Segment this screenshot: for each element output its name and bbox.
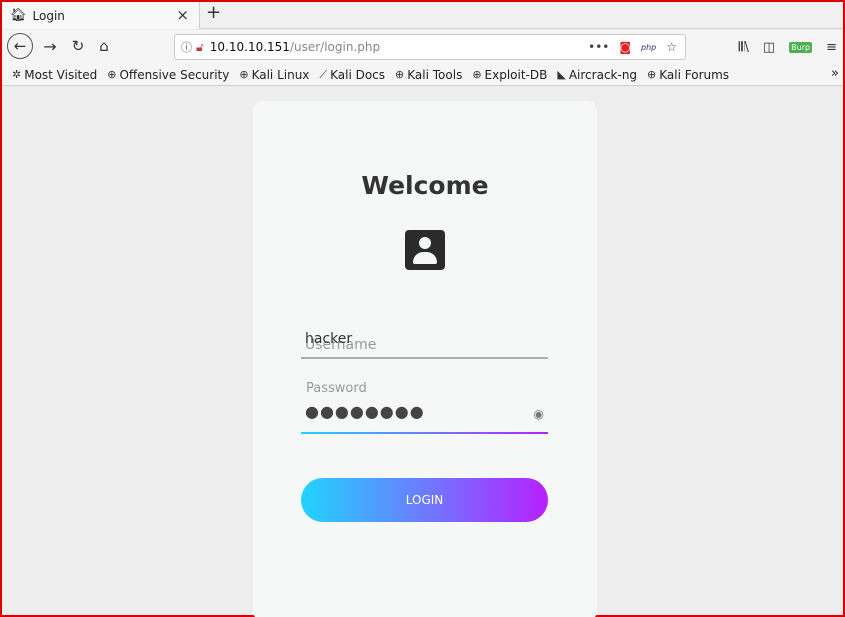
username-value: hacker: [305, 331, 353, 347]
pocket-icon[interactable]: ◙: [619, 40, 631, 54]
bookmark-label: Offensive Security: [119, 67, 230, 82]
hamburger-menu-icon[interactable]: ≡: [826, 40, 837, 55]
bookmark-label: Kali Docs: [330, 67, 386, 82]
password-focus-underline: [301, 432, 548, 434]
bookmark-star-icon[interactable]: ☆: [666, 40, 677, 54]
bookmark-label: Most Visited: [24, 67, 98, 82]
toolbar-tools: 𝄃𝄃\ ◫ Burp ≡: [739, 30, 843, 64]
navigation-bar: ← → ↻ ⌂ ⓘ 🔓︎ 10.10.10.151/user/login.php…: [2, 30, 843, 64]
globe-icon: ⊕: [647, 68, 657, 81]
new-tab-button[interactable]: +: [206, 2, 221, 23]
bookmark-kali-forums[interactable]: ⊕ Kali Forums: [647, 68, 729, 82]
url-bar[interactable]: ⓘ 🔓︎ 10.10.10.151/user/login.php ••• ◙ p…: [174, 34, 686, 60]
bookmark-offensive-security[interactable]: ⊕ Offensive Security: [107, 68, 229, 82]
bookmark-aircrack-ng[interactable]: ◣ Aircrack-ng: [557, 68, 637, 82]
aircrack-icon: ◣: [557, 68, 566, 81]
bookmark-kali-tools[interactable]: ⊕ Kali Tools: [395, 68, 462, 82]
bookmark-label: Kali Tools: [407, 67, 463, 82]
globe-icon: ⊕: [472, 68, 482, 81]
info-icon[interactable]: ⓘ: [181, 39, 192, 55]
bookmark-exploit-db[interactable]: ⊕ Exploit-DB: [472, 68, 547, 82]
page-actions-menu[interactable]: •••: [588, 40, 609, 54]
bookmark-label: Kali Linux: [251, 67, 310, 82]
password-label: Password: [306, 381, 367, 396]
library-icon[interactable]: 𝄃𝄃\: [739, 40, 749, 55]
bookmark-most-visited[interactable]: ✲ Most Visited: [12, 68, 97, 82]
insecure-lock-icon[interactable]: 🔓︎: [196, 40, 204, 55]
tab-close-button[interactable]: ×: [176, 6, 189, 24]
bookmark-label: Exploit-DB: [484, 67, 548, 82]
bookmark-label: Kali Forums: [659, 67, 730, 82]
forward-button[interactable]: →: [40, 33, 60, 59]
home-tab-icon: 🏠︎: [10, 8, 27, 23]
globe-icon: ⊕: [395, 68, 405, 81]
home-button[interactable]: ⌂: [94, 33, 114, 59]
globe-icon: ⊕: [239, 68, 249, 81]
page-title: Welcome: [361, 171, 489, 200]
url-path: /user/login.php: [289, 40, 381, 54]
bookmark-kali-docs[interactable]: ⟋ Kali Docs: [319, 68, 385, 82]
tab-title: Login: [32, 8, 65, 23]
page-content: Welcome Username hacker Password ●●●●●●●…: [2, 87, 843, 617]
user-account-icon: [405, 230, 445, 270]
globe-icon: ⊕: [107, 68, 117, 81]
back-button[interactable]: ←: [7, 33, 33, 59]
gear-icon: ✲: [12, 68, 22, 81]
show-password-eye-icon[interactable]: ◉: [534, 407, 544, 421]
bookmarks-overflow-chevron-icon[interactable]: »: [831, 66, 839, 81]
bookmark-kali-linux[interactable]: ⊕ Kali Linux: [239, 68, 309, 82]
sidebar-icon[interactable]: ◫: [763, 40, 775, 55]
burp-extension-icon[interactable]: Burp: [789, 41, 813, 53]
password-value: ●●●●●●●●: [305, 402, 425, 421]
bookmark-label: Aircrack-ng: [568, 67, 638, 82]
login-card: Welcome Username hacker Password ●●●●●●●…: [253, 101, 597, 617]
kali-icon: ⟋: [319, 67, 328, 81]
browser-tab[interactable]: 🏠︎ Login ×: [2, 2, 200, 29]
username-field[interactable]: Username hacker: [301, 329, 548, 359]
php-extension-badge[interactable]: php: [641, 43, 656, 52]
bookmarks-bar: ✲ Most Visited ⊕ Offensive Security ⊕ Kali …: [2, 64, 843, 86]
tab-bar: 🏠︎ Login × +: [2, 2, 843, 29]
url-host: 10.10.10.151: [209, 40, 290, 54]
login-button[interactable]: LOGIN: [301, 478, 548, 522]
password-field[interactable]: Password ●●●●●●●● ◉: [301, 378, 548, 434]
reload-button[interactable]: ↻: [68, 33, 88, 59]
